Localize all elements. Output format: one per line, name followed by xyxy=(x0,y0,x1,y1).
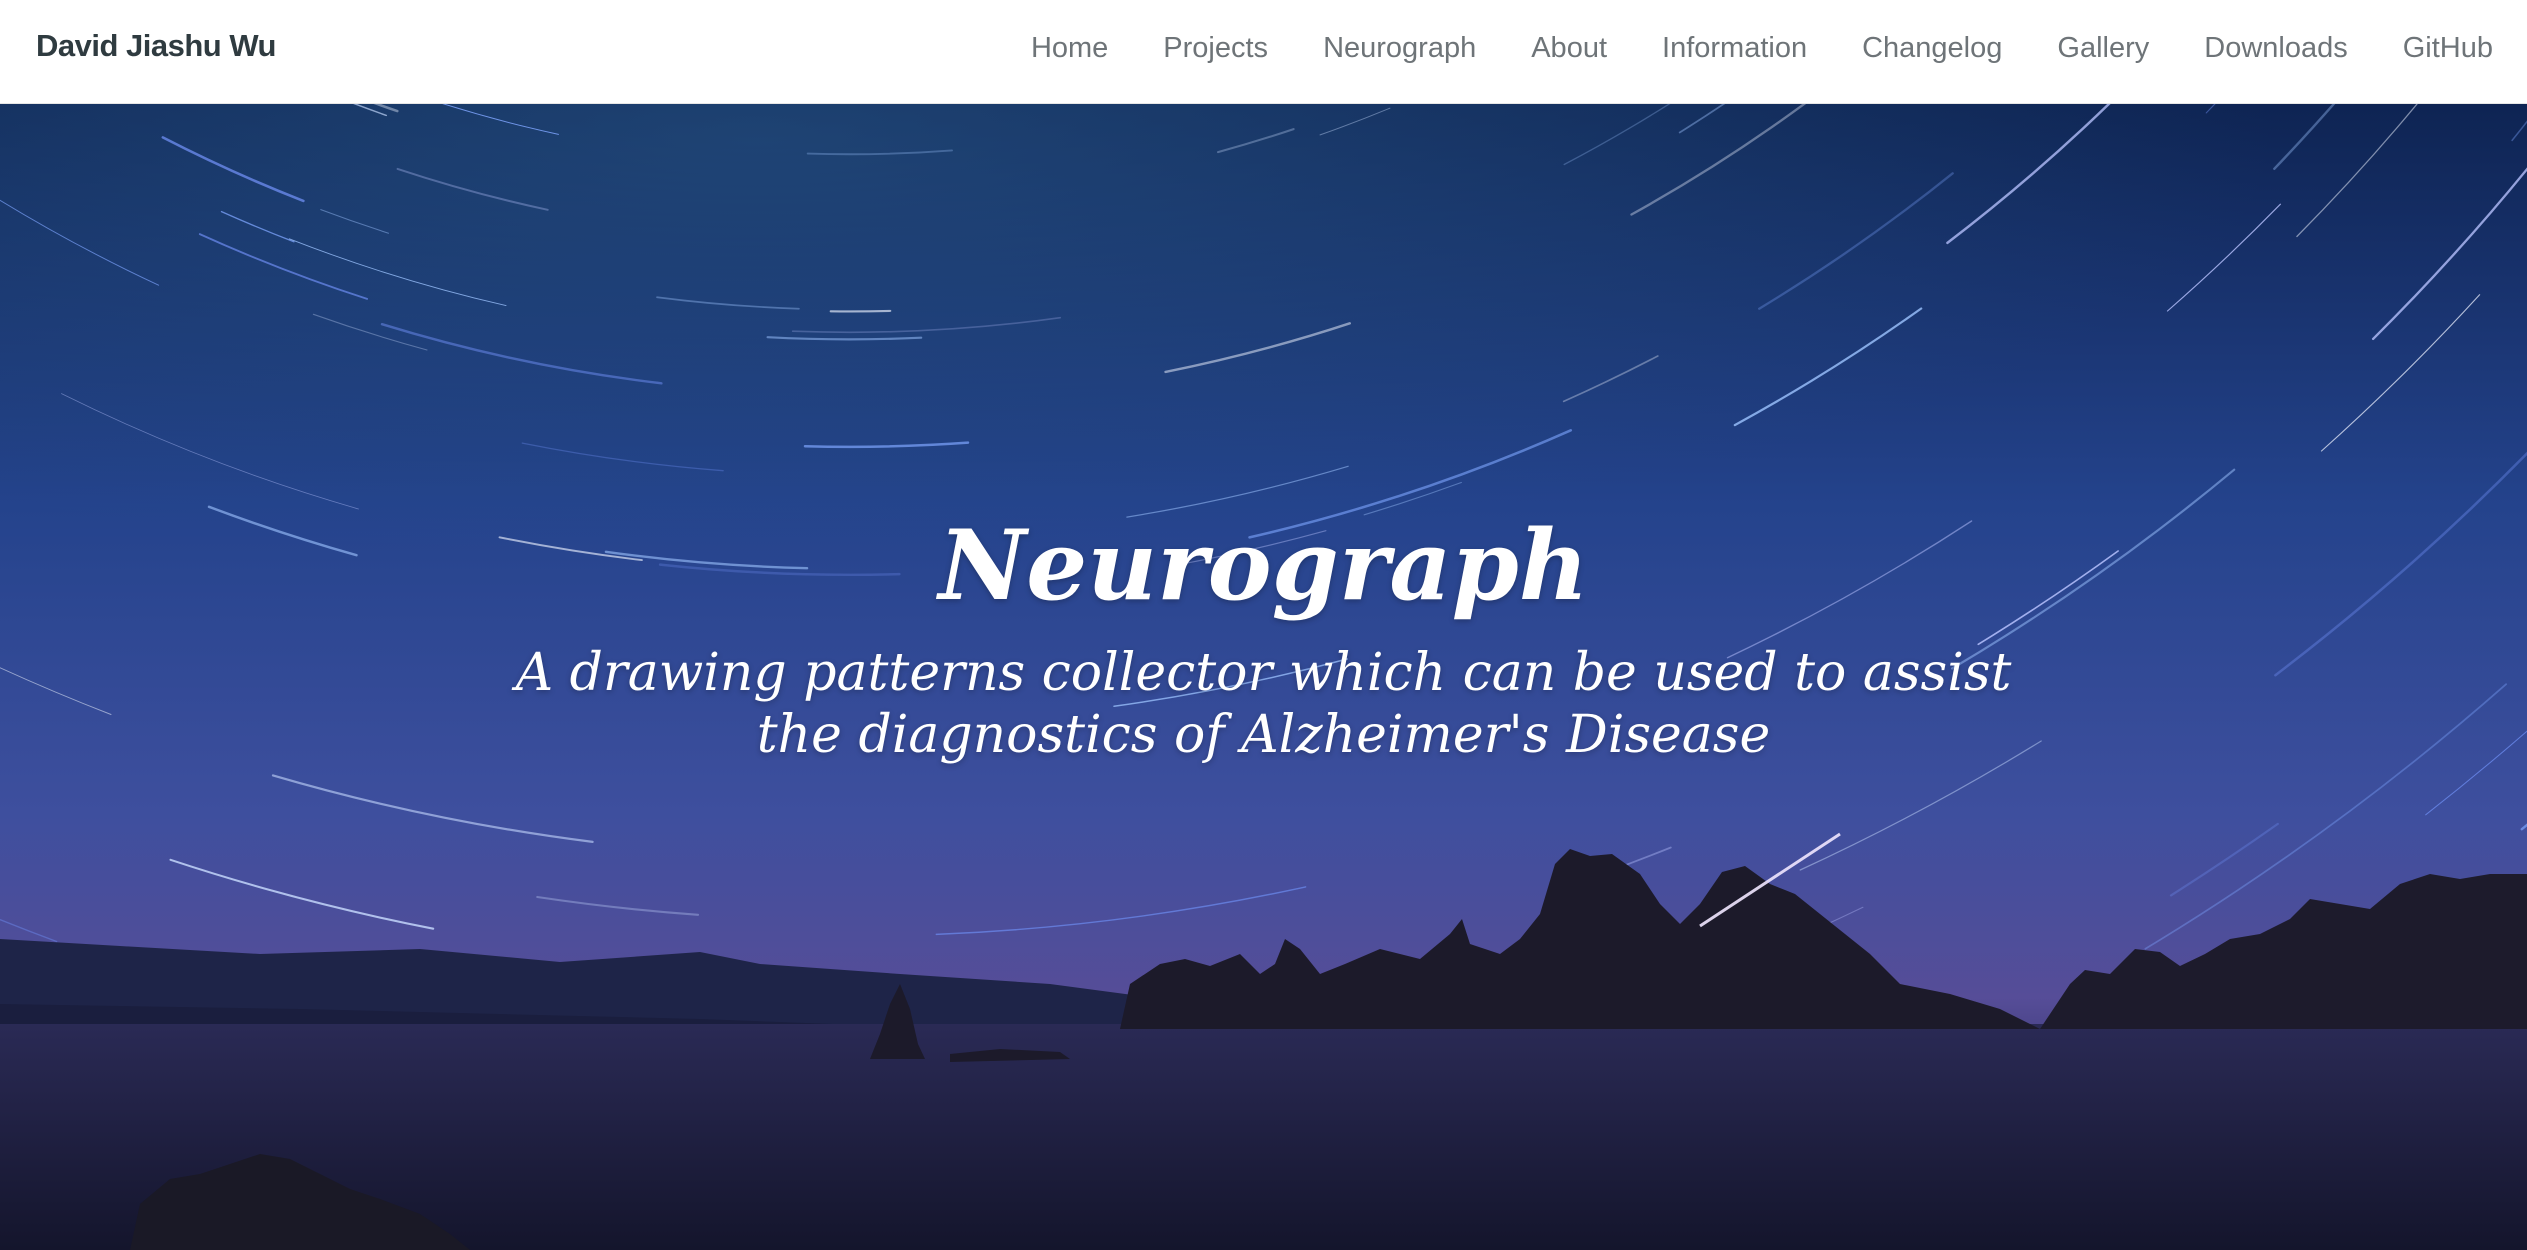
nav-link-home[interactable]: Home xyxy=(1031,32,1108,64)
nav-item-home: Home xyxy=(1031,32,1108,65)
nav-item-information: Information xyxy=(1662,32,1807,65)
star-trail xyxy=(829,309,892,313)
nav-link-about[interactable]: About xyxy=(1531,32,1607,64)
nav-item-github: GitHub xyxy=(2403,32,2493,65)
nav-link-github[interactable]: GitHub xyxy=(2403,32,2493,64)
site-brand-link[interactable]: David Jiashu Wu xyxy=(36,28,277,64)
hero-title: Neurograph xyxy=(938,509,1589,622)
nav-link-downloads[interactable]: Downloads xyxy=(2204,32,2347,64)
nav-link-information[interactable]: Information xyxy=(1662,32,1807,64)
nav-item-changelog: Changelog xyxy=(1862,32,2002,65)
nav-item-gallery: Gallery xyxy=(2057,32,2149,65)
nav-link-changelog[interactable]: Changelog xyxy=(1862,32,2002,64)
nav-menu: Home Projects Neurograph About Informati… xyxy=(976,32,2493,65)
hero-section: Neurograph A drawing patterns collector … xyxy=(0,104,2527,1250)
nav-item-about: About xyxy=(1531,32,1607,65)
hero-subtitle: A drawing patterns collector which can b… xyxy=(515,643,2012,765)
nav-item-neurograph: Neurograph xyxy=(1323,32,1476,65)
top-navbar: David Jiashu Wu Home Projects Neurograph… xyxy=(0,0,2527,104)
nav-item-projects: Projects xyxy=(1163,32,1268,65)
nav-link-projects[interactable]: Projects xyxy=(1163,32,1268,64)
nav-link-neurograph[interactable]: Neurograph xyxy=(1323,32,1476,64)
nav-item-downloads: Downloads xyxy=(2204,32,2347,65)
nav-link-gallery[interactable]: Gallery xyxy=(2057,32,2149,64)
